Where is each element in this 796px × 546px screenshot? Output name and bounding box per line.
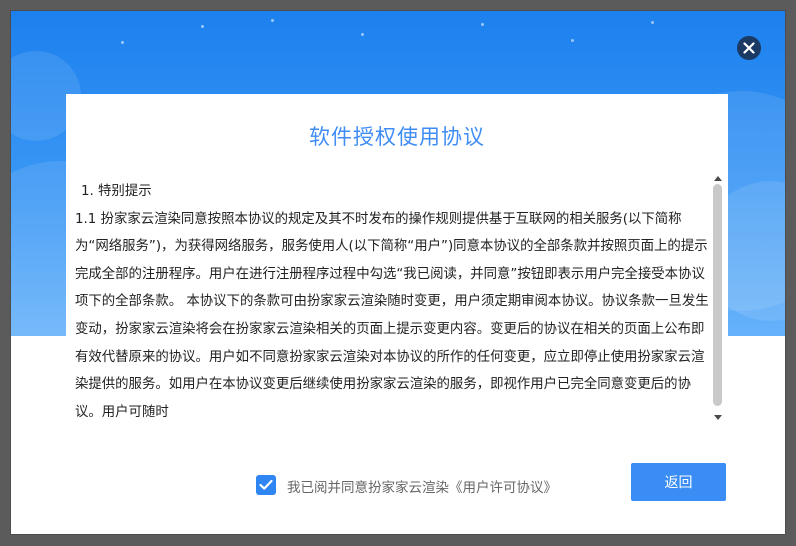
agreement-card: 软件授权使用协议 1. 特别提示 1.1 扮家家云渲染同意按照本协议的规定及其不… — [66, 94, 728, 422]
agreement-paragraph: 1.1 扮家家云渲染同意按照本协议的规定及其不时发布的操作规则提供基于互联网的相… — [75, 211, 709, 420]
close-button[interactable] — [737, 36, 761, 60]
dialog-footer: 我已阅并同意扮家家云渲染《用户许可协议》 返回 — [11, 422, 785, 534]
agreement-section-heading: 1. 特别提示 — [81, 184, 152, 199]
scroll-down-arrow-icon[interactable] — [714, 415, 722, 420]
agree-label[interactable]: 我已阅并同意扮家家云渲染《用户许可协议》 — [287, 476, 557, 496]
license-dialog: 软件授权使用协议 1. 特别提示 1.1 扮家家云渲染同意按照本协议的规定及其不… — [11, 11, 785, 534]
return-button[interactable]: 返回 — [631, 463, 726, 501]
scroll-thumb[interactable] — [713, 184, 722, 406]
scroll-up-arrow-icon[interactable] — [714, 176, 722, 181]
agreement-scrollbar[interactable] — [712, 176, 724, 420]
close-icon — [743, 42, 755, 54]
agreement-text: 1. 特别提示 1.1 扮家家云渲染同意按照本协议的规定及其不时发布的操作规则提… — [75, 178, 712, 420]
agreement-title: 软件授权使用协议 — [309, 125, 485, 149]
checkmark-icon — [259, 479, 273, 490]
agree-checkbox[interactable] — [256, 475, 276, 495]
